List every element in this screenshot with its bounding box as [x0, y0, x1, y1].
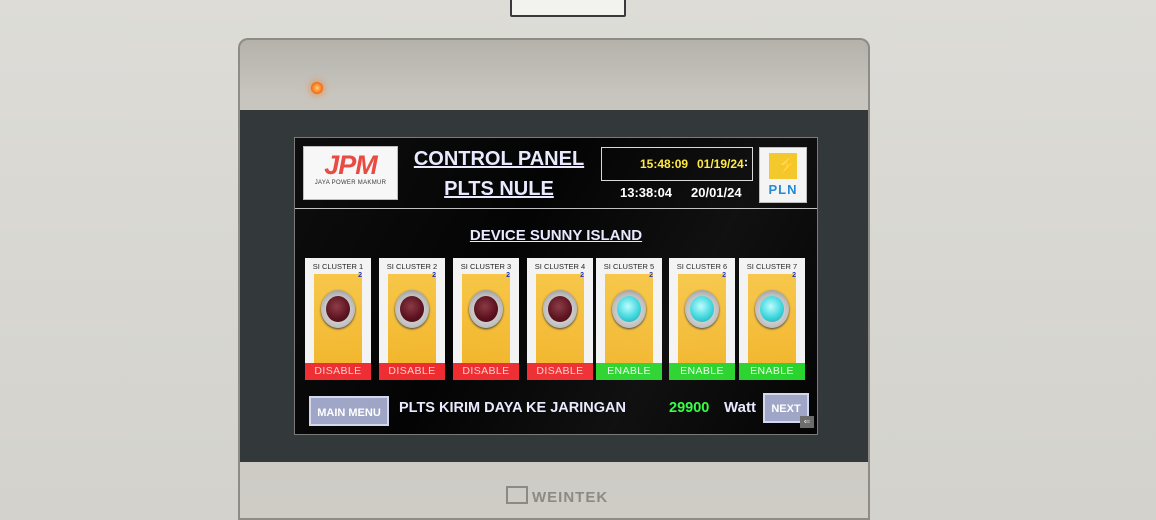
power-info-label: PLTS KIRIM DAYA KE JARINGAN: [399, 400, 626, 416]
header-divider: [295, 208, 817, 209]
clock-box: 15:48:09 01/19/24 :: [601, 147, 753, 181]
pln-bolt-icon: ⚡: [769, 153, 798, 179]
cluster-label: SI CLUSTER 5: [603, 262, 655, 271]
cluster-5[interactable]: SI CLUSTER 5 2 ENABLE: [596, 258, 662, 380]
back-arrow-icon[interactable]: ⇐: [800, 416, 814, 428]
cluster-sn: 2: [649, 272, 653, 279]
clock-time: 15:48:09: [640, 157, 689, 171]
device-brand: WEINTEK: [506, 486, 608, 506]
system-date: 20/01/24: [691, 185, 742, 200]
cluster-1[interactable]: SI CLUSTER 1 2 DISABLE: [305, 258, 371, 380]
cluster-label: SI CLUSTER 7: [746, 262, 798, 271]
cluster-7[interactable]: SI CLUSTER 7 2 ENABLE: [739, 258, 805, 380]
power-unit: Watt: [724, 399, 756, 416]
cluster-label: SI CLUSTER 1: [312, 262, 364, 271]
clock-separator: :: [744, 155, 748, 169]
pln-logo: ⚡ PLN: [759, 147, 807, 203]
main-menu-button[interactable]: MAIN MENU: [309, 396, 389, 426]
status-lamp-icon[interactable]: [395, 290, 429, 328]
status-lamp-icon[interactable]: [685, 290, 719, 328]
clock-date: 01/19/24: [697, 157, 744, 171]
cluster-sn: 2: [506, 272, 510, 279]
cluster-status[interactable]: ENABLE: [739, 363, 805, 380]
cluster-6[interactable]: SI CLUSTER 6 2 ENABLE: [669, 258, 735, 380]
cluster-sn: 2: [792, 272, 796, 279]
power-led-icon: [311, 82, 323, 94]
cluster-sn: 2: [358, 272, 362, 279]
jpm-logo: JPM JAYA POWER MAKMUR: [303, 146, 398, 200]
cluster-label: SI CLUSTER 2: [386, 262, 438, 271]
cluster-label: SI CLUSTER 3: [460, 262, 512, 271]
status-lamp-icon[interactable]: [755, 290, 789, 328]
cluster-sn: 2: [432, 272, 436, 279]
device-brand-label: WEINTEK: [532, 489, 609, 506]
cluster-sn: 2: [722, 272, 726, 279]
cluster-status[interactable]: ENABLE: [596, 363, 662, 380]
brand-mark-icon: [506, 486, 528, 504]
pln-logo-text: PLN: [768, 182, 798, 197]
status-lamp-icon[interactable]: [469, 290, 503, 328]
status-lamp-icon[interactable]: [612, 290, 646, 328]
cluster-4[interactable]: SI CLUSTER 4 2 DISABLE: [527, 258, 593, 380]
jpm-logo-text: JAYA POWER MAKMUR: [314, 180, 387, 186]
status-lamp-icon[interactable]: [321, 290, 355, 328]
cluster-label: SI CLUSTER 6: [676, 262, 728, 271]
power-value: 29900: [669, 400, 710, 416]
page-title-line1: CONTROL PANEL: [413, 148, 585, 170]
cluster-status[interactable]: DISABLE: [379, 363, 445, 380]
cluster-status[interactable]: ENABLE: [669, 363, 735, 380]
cluster-2[interactable]: SI CLUSTER 2 2 DISABLE: [379, 258, 445, 380]
cluster-sn: 2: [580, 272, 584, 279]
status-lamp-icon[interactable]: [543, 290, 577, 328]
hmi-screen: JPM JAYA POWER MAKMUR CONTROL PANEL PLTS…: [294, 137, 818, 435]
system-time: 13:38:04: [620, 185, 673, 200]
page-title-line2: PLTS NULE: [444, 178, 554, 200]
section-title: DEVICE SUNNY ISLAND: [469, 227, 643, 244]
jpm-logo-mark: JPM: [324, 150, 378, 180]
cluster-label: SI CLUSTER 4: [534, 262, 586, 271]
cluster-status[interactable]: DISABLE: [527, 363, 593, 380]
cluster-status[interactable]: DISABLE: [453, 363, 519, 380]
cluster-status[interactable]: DISABLE: [305, 363, 371, 380]
top-sticker: [510, 0, 626, 17]
cluster-3[interactable]: SI CLUSTER 3 2 DISABLE: [453, 258, 519, 380]
